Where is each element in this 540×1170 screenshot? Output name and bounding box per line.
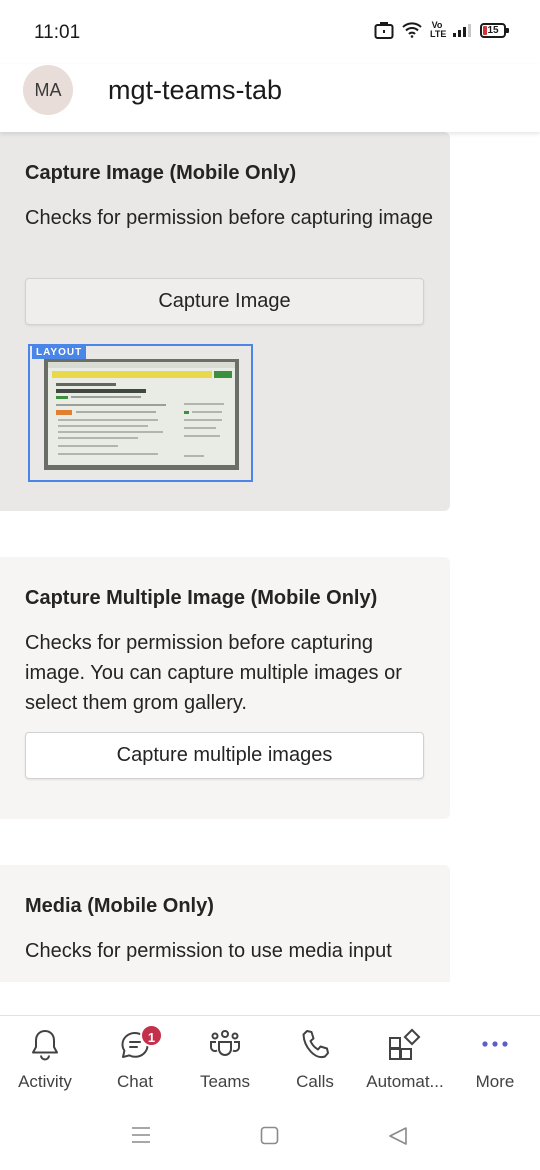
nav-automat[interactable]: Automat... bbox=[360, 1028, 450, 1092]
nav-more[interactable]: More bbox=[450, 1028, 540, 1092]
back-icon[interactable] bbox=[388, 1126, 408, 1151]
nav-label: Chat bbox=[117, 1072, 153, 1091]
nav-label: Teams bbox=[199, 1072, 251, 1091]
nav-label: Automat... bbox=[366, 1072, 444, 1091]
nav-label: Calls bbox=[296, 1072, 334, 1091]
recent-apps-icon[interactable] bbox=[131, 1126, 151, 1149]
wifi-icon bbox=[402, 22, 422, 38]
card-description: Checks for permission before capturing i… bbox=[25, 632, 402, 714]
captured-image-preview[interactable]: LAYOUT bbox=[28, 344, 253, 482]
card-description: Checks for permission to use media input bbox=[25, 940, 392, 962]
media-card: Media (Mobile Only) Checks for permissio… bbox=[0, 865, 450, 982]
chat-unread-badge: 1 bbox=[140, 1024, 163, 1047]
status-time: 11:01 bbox=[34, 22, 81, 43]
page-title: mgt-teams-tab bbox=[108, 75, 283, 105]
status-bar: 11:01 Vo LTE 15 bbox=[0, 0, 540, 64]
capture-multiple-image-card: Capture Multiple Image (Mobile Only) Che… bbox=[0, 557, 450, 819]
nav-calls[interactable]: Calls bbox=[270, 1028, 360, 1092]
nav-label: Activity bbox=[18, 1072, 72, 1091]
briefcase-icon bbox=[374, 20, 394, 40]
bottom-nav: Activity 1 Chat Teams Calls Automat... M… bbox=[0, 1015, 540, 1097]
nav-chat[interactable]: 1 Chat bbox=[90, 1024, 180, 1092]
capture-image-card: Capture Image (Mobile Only) Checks for p… bbox=[0, 132, 450, 511]
battery-icon: 15 bbox=[480, 22, 509, 38]
nav-label: More bbox=[475, 1072, 515, 1091]
more-icon bbox=[450, 1028, 540, 1066]
capture-image-button[interactable]: Capture Image bbox=[25, 278, 424, 325]
content-scroll-area[interactable]: Capture Image (Mobile Only) Checks for p… bbox=[0, 132, 540, 982]
nav-activity[interactable]: Activity bbox=[0, 1028, 90, 1092]
app-header: MA mgt-teams-tab bbox=[0, 64, 540, 132]
card-title: Capture Image (Mobile Only) bbox=[25, 162, 297, 184]
home-icon[interactable] bbox=[260, 1126, 279, 1150]
bell-icon bbox=[0, 1028, 90, 1066]
nav-teams[interactable]: Teams bbox=[180, 1028, 270, 1092]
phone-icon bbox=[270, 1028, 360, 1066]
signal-icon bbox=[452, 23, 472, 37]
status-icons: Vo LTE 15 bbox=[374, 20, 509, 40]
volte-indicator: Vo LTE bbox=[430, 20, 447, 39]
teams-icon bbox=[180, 1028, 270, 1066]
captured-photo-thumbnail bbox=[44, 359, 239, 470]
apps-icon bbox=[360, 1028, 450, 1066]
avatar[interactable]: MA bbox=[23, 65, 73, 115]
capture-multiple-images-button[interactable]: Capture multiple images bbox=[25, 732, 424, 779]
card-description: Checks for permission before capturing i… bbox=[25, 207, 433, 229]
layout-tag: LAYOUT bbox=[32, 346, 87, 359]
card-title: Media (Mobile Only) bbox=[25, 895, 214, 917]
chat-icon: 1 bbox=[90, 1024, 180, 1066]
card-title: Capture Multiple Image (Mobile Only) bbox=[25, 587, 378, 609]
system-nav-bar bbox=[0, 1100, 540, 1170]
